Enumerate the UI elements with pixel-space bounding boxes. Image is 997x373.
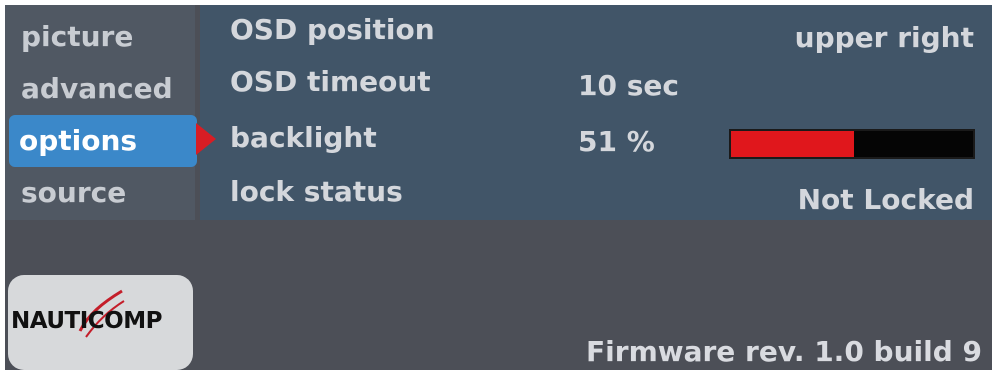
sidebar-item-picture[interactable]: picture xyxy=(11,11,195,63)
lock-status-value: Not Locked xyxy=(797,183,974,216)
nauticomp-logo: NAUTICOMP xyxy=(8,275,193,370)
options-panel: OSD position upper right OSD timeout 10 … xyxy=(200,5,992,220)
backlight-label[interactable]: backlight xyxy=(230,121,377,154)
selection-arrow-icon xyxy=(196,123,216,155)
sidebar-item-source[interactable]: source xyxy=(11,167,195,219)
osd-timeout-value: 10 sec xyxy=(578,69,679,102)
sidebar-item-options[interactable]: options xyxy=(9,115,197,167)
osd-position-value: upper right xyxy=(794,21,974,54)
sidebar-item-advanced[interactable]: advanced xyxy=(11,63,195,115)
osd-position-label[interactable]: OSD position xyxy=(230,13,435,46)
osd-screen: picture advanced options source OSD posi… xyxy=(5,5,992,370)
lock-status-label[interactable]: lock status xyxy=(230,175,403,208)
logo-text: NAUTICOMP xyxy=(11,308,162,334)
sidebar-menu: picture advanced options source xyxy=(5,5,197,220)
backlight-slider[interactable] xyxy=(729,129,975,159)
backlight-value: 51 % xyxy=(578,125,655,158)
osd-timeout-label[interactable]: OSD timeout xyxy=(230,65,431,98)
backlight-slider-fill xyxy=(731,131,855,157)
firmware-version: Firmware rev. 1.0 build 9 xyxy=(586,335,982,368)
